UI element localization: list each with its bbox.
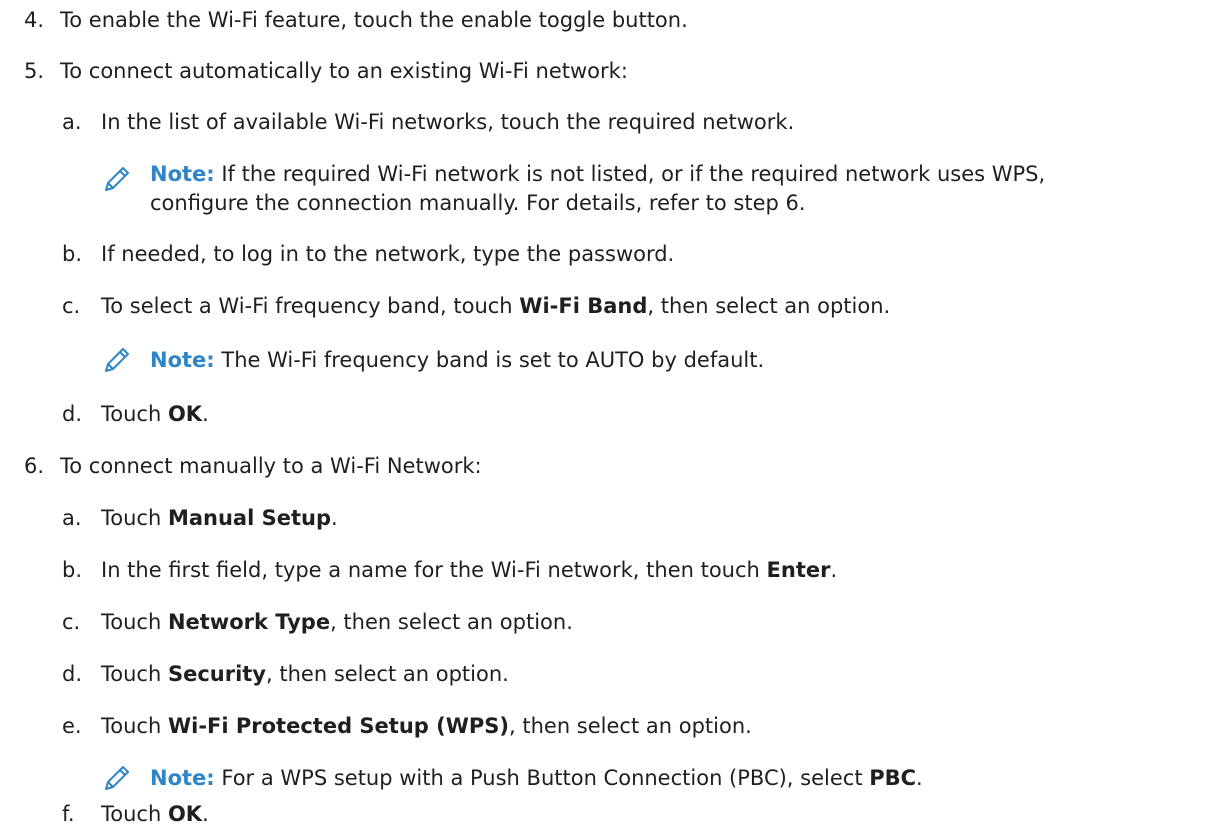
- note-label: Note:: [150, 162, 215, 186]
- pencil-icon: [105, 766, 129, 790]
- substep-text: In the first field, type a name for the …: [101, 558, 838, 582]
- substep-letter: b.: [62, 242, 83, 266]
- ui-term: PBC: [869, 766, 917, 790]
- step-number: 6.: [24, 454, 45, 478]
- ui-term: Wi-Fi Band: [519, 294, 648, 318]
- note-label: Note:: [150, 766, 215, 790]
- note-text-line-1: Note: If the required Wi-Fi network is n…: [150, 162, 1046, 186]
- substep-letter: d.: [62, 662, 83, 686]
- step-text: To enable the Wi-Fi feature, touch the e…: [60, 8, 688, 32]
- substep-letter: c.: [62, 294, 81, 318]
- substep-text: Touch Manual Setup.: [101, 506, 338, 530]
- substep-text: If needed, to log in to the network, typ…: [101, 242, 675, 266]
- substep-text: In the list of available Wi-Fi networks,…: [101, 110, 795, 134]
- ui-term: Security: [167, 662, 267, 686]
- ui-term: Manual Setup: [167, 506, 331, 530]
- substep-letter: e.: [62, 714, 82, 738]
- note-label: Note:: [150, 348, 215, 372]
- note-text: Note: For a WPS setup with a Push Button…: [150, 766, 923, 790]
- substep-text: Touch OK.: [101, 402, 209, 426]
- ui-term: Enter: [766, 558, 831, 582]
- ui-term: Wi-Fi Protected Setup (WPS): [167, 714, 509, 738]
- ui-term: OK: [167, 802, 203, 826]
- step-number: 4.: [24, 8, 45, 32]
- pencil-icon: [105, 348, 129, 372]
- substep-text: Touch Security, then select an option.: [101, 662, 509, 686]
- substep-letter: c.: [62, 610, 81, 634]
- substep-text: Touch OK.: [101, 802, 209, 826]
- substep-text: To select a Wi-Fi frequency band, touch …: [101, 294, 891, 318]
- substep-letter: a.: [62, 506, 82, 530]
- step-text: To connect automatically to an existing …: [60, 59, 628, 83]
- substep-letter: d.: [62, 402, 83, 426]
- pencil-icon: [105, 167, 129, 191]
- ui-term: Network Type: [167, 610, 331, 634]
- step-text: To connect manually to a Wi-Fi Network:: [60, 454, 482, 478]
- substep-letter: a.: [62, 110, 82, 134]
- ui-term: OK: [167, 402, 203, 426]
- note-text-line-2: configure the connection manually. For d…: [150, 191, 806, 215]
- substep-text: Touch Network Type, then select an optio…: [101, 610, 573, 634]
- substep-letter: f.: [62, 802, 75, 826]
- substep-letter: b.: [62, 558, 83, 582]
- step-number: 5.: [24, 59, 45, 83]
- substep-text: Touch Wi-Fi Protected Setup (WPS), then …: [101, 714, 752, 738]
- note-text: Note: The Wi-Fi frequency band is set to…: [150, 348, 765, 372]
